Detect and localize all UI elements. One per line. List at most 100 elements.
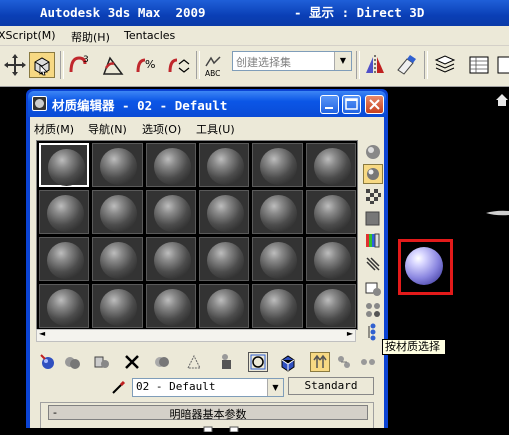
sample-slot[interactable] [252,190,303,234]
sample-slot[interactable] [145,284,196,328]
material-map-navigator-icon[interactable] [363,322,383,342]
backlight-icon[interactable] [363,164,383,184]
sample-sphere [207,289,244,326]
video-check-icon[interactable] [363,230,383,250]
sample-slot[interactable] [92,284,143,328]
svg-text:%: % [145,58,155,71]
abc-edit-named-icon[interactable]: ABC [202,52,228,78]
sample-sphere [47,195,84,232]
eyedropper-icon[interactable] [110,378,128,396]
sample-sphere [153,195,191,232]
sample-slot[interactable] [39,190,90,234]
sample-slot[interactable] [199,190,250,234]
sample-slot[interactable] [199,143,250,187]
menu-maxscript[interactable]: XScript(M) [0,29,56,42]
make-unique-icon[interactable] [152,352,172,372]
snap-3d-icon[interactable]: 3 [66,52,92,78]
go-forward-icon[interactable] [334,352,354,372]
sample-sphere [313,289,351,326]
make-preview-icon[interactable] [363,254,383,274]
sample-slot[interactable] [199,284,250,328]
select-by-material-icon[interactable] [363,300,383,320]
sample-slot[interactable] [305,190,356,234]
show-map-icon[interactable] [248,352,268,372]
spinner-snap-icon[interactable] [165,52,191,78]
go-to-parent-icon[interactable] [310,352,330,372]
curve-editor-icon[interactable] [466,52,492,78]
sample-slot[interactable] [145,237,196,281]
menu-options[interactable]: 选项(O) [142,121,181,137]
selection-highlight-box [398,239,453,295]
home-icon[interactable] [495,93,509,107]
align-icon[interactable] [393,52,419,78]
sample-slot[interactable] [305,284,356,328]
assign-material-icon[interactable] [92,352,112,372]
sample-sphere [48,149,85,186]
sample-slot[interactable] [305,143,356,187]
tooltip: 按材质选择 [382,339,446,355]
rollout-title: 明暗器基本参数 [169,408,247,421]
material-effects-channel-icon[interactable] [216,352,236,372]
material-id-icon[interactable] [358,352,378,372]
toolbar-separator [196,51,200,79]
sample-slot[interactable] [92,143,143,187]
named-selection-set-dropdown[interactable]: 创建选择集 ▼ [232,51,352,71]
sample-slot[interactable] [252,284,303,328]
sample-slot[interactable] [92,237,143,281]
select-move-icon[interactable] [2,52,28,78]
mirror-icon[interactable] [362,52,388,78]
material-editor-title: 材质编辑器 - 02 - Default [52,98,228,113]
toolbar-separator [60,51,64,79]
chevron-down-icon[interactable]: ▼ [334,52,351,70]
layer-manager-icon[interactable] [432,52,458,78]
put-to-library-icon[interactable] [184,352,204,372]
sample-slot[interactable] [39,143,90,187]
menu-utilities[interactable]: 工具(U) [196,121,235,137]
material-editor-title-bar[interactable]: 材质编辑器 - 02 - Default [28,91,386,117]
material-name-value: 02 - Default [136,380,216,393]
sample-sphere [153,148,191,185]
menu-tentacles[interactable]: Tentacles [124,29,175,42]
chevron-down-icon[interactable]: ▼ [267,379,283,396]
scroll-left-icon[interactable]: ◄ [39,329,45,338]
sample-slot[interactable] [252,143,303,187]
sample-sphere [260,195,298,232]
sample-sphere [47,289,84,326]
menu-help[interactable]: 帮助(H) [71,29,110,45]
get-material-icon[interactable] [38,352,58,372]
material-editor-menu-bar: 材质(M) 导航(N) 选项(O) 工具(U) [30,117,384,137]
menu-navigation[interactable]: 导航(N) [88,121,127,137]
percent-snap-icon[interactable]: % [133,52,159,78]
shader-basic-parameters-rollout[interactable]: - 明暗器基本参数 [48,405,368,421]
tiling-icon[interactable] [363,208,383,228]
show-end-result-icon[interactable] [278,352,298,372]
sample-sphere [153,242,191,279]
reset-map-icon[interactable] [122,352,142,372]
close-button[interactable] [365,95,384,114]
svg-text:3: 3 [83,55,89,65]
maximize-button[interactable] [342,95,361,114]
minimize-button[interactable] [320,95,339,114]
angle-snap-icon[interactable] [100,52,126,78]
sample-slot[interactable] [145,190,196,234]
sample-slots-scrollbar[interactable]: ◄ ► [36,329,356,342]
select-object-icon[interactable] [29,52,55,78]
sample-slot[interactable] [39,284,90,328]
sample-slot[interactable] [199,237,250,281]
sample-slots-grid [36,140,358,330]
sample-slot[interactable] [252,237,303,281]
scroll-right-icon[interactable]: ► [347,329,353,338]
sample-slot[interactable] [39,237,90,281]
sample-slot[interactable] [305,237,356,281]
sample-sphere [100,242,138,279]
background-icon[interactable] [363,186,383,206]
options-icon[interactable] [363,278,383,298]
toolbar-overflow-icon[interactable] [496,52,509,78]
sample-slot[interactable] [145,143,196,187]
sample-type-icon[interactable] [363,142,383,162]
put-to-scene-icon[interactable] [62,352,82,372]
material-name-field[interactable]: 02 - Default ▼ [132,378,284,397]
material-type-button[interactable]: Standard [288,377,374,395]
menu-material[interactable]: 材质(M) [34,121,74,137]
sample-slot[interactable] [92,190,143,234]
